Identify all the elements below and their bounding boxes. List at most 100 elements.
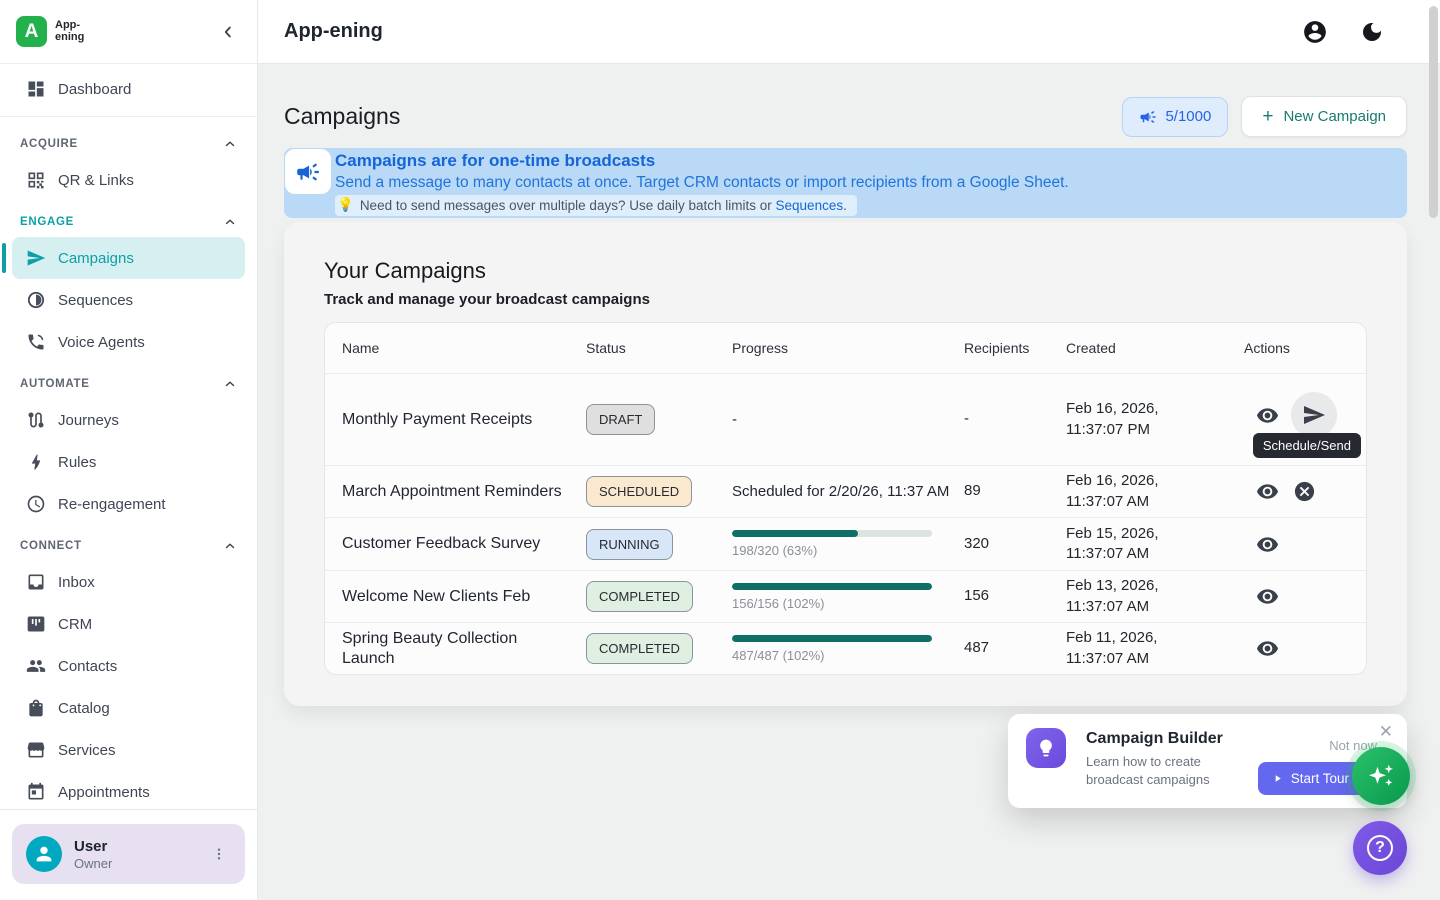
progress-cell: 156/156 (102%) <box>732 583 964 611</box>
progress-label: 198/320 (63%) <box>732 543 950 558</box>
chevron-up-icon <box>223 215 237 229</box>
status-badge: RUNNING <box>586 529 673 560</box>
view-button[interactable] <box>1254 478 1281 505</box>
ai-assistant-fab[interactable] <box>1352 747 1410 805</box>
campaign-name: Customer Feedback Survey <box>342 534 586 554</box>
created-date: Feb 15, 2026,11:37:07 AM <box>1066 524 1244 565</box>
inbox-icon <box>26 572 46 592</box>
sidebar-item-contacts[interactable]: Contacts <box>12 645 245 687</box>
new-campaign-button[interactable]: + New Campaign <box>1241 96 1407 137</box>
column-header-progress: Progress <box>732 340 964 356</box>
section-label: CONNECT <box>20 540 82 552</box>
progress-label: 156/156 (102%) <box>732 596 950 611</box>
app-title: App-ening <box>284 20 383 43</box>
topbar-actions <box>1300 17 1386 47</box>
divider <box>0 116 257 117</box>
sidebar-item-catalog[interactable]: Catalog <box>12 687 245 729</box>
sidebar-section-connect[interactable]: CONNECT <box>12 525 245 561</box>
info-banner: Campaigns are for one-time broadcasts Se… <box>284 148 1407 218</box>
sidebar-item-dashboard[interactable]: Dashboard <box>12 68 245 110</box>
sidebar-item-label: Campaigns <box>58 250 134 267</box>
recipients-value: - <box>964 409 1066 429</box>
sidebar-section-acquire[interactable]: ACQUIRE <box>12 123 245 159</box>
sidebar-item-voice-agents[interactable]: Voice Agents <box>12 321 245 363</box>
column-header-actions: Actions <box>1244 340 1366 356</box>
sidebar-item-label: Sequences <box>58 292 133 309</box>
sidebar-item-label: CRM <box>58 616 92 633</box>
section-label: ENGAGE <box>20 216 74 228</box>
main-area: App-ening Campaigns 5/100 <box>258 0 1440 900</box>
column-header-recipients: Recipients <box>964 340 1066 356</box>
moon-icon <box>1360 20 1384 44</box>
help-fab[interactable]: ? <box>1353 821 1407 875</box>
sidebar-item-services[interactable]: Services <box>12 729 245 771</box>
column-header-created: Created <box>1066 340 1244 356</box>
close-icon[interactable]: ✕ <box>1379 723 1393 740</box>
sparkles-icon <box>1364 759 1398 793</box>
user-menu-button[interactable] <box>207 842 231 866</box>
user-card[interactable]: User Owner <box>12 824 245 884</box>
schedule-send-button[interactable] <box>1291 392 1337 438</box>
status-badge: COMPLETED <box>586 633 693 664</box>
play-icon <box>1272 773 1283 784</box>
section-label: AUTOMATE <box>20 378 90 390</box>
sidebar-item-crm[interactable]: CRM <box>12 603 245 645</box>
sidebar-item-label: Re-engagement <box>58 496 166 513</box>
page-head: Campaigns 5/1000 + New Campaign <box>284 96 1407 137</box>
sidebar-item-label: Catalog <box>58 700 110 717</box>
app-logo-icon: A <box>16 16 47 47</box>
progress-text: - <box>732 410 964 430</box>
account-circle-icon <box>1302 19 1328 45</box>
campaign-quota-badge[interactable]: 5/1000 <box>1122 97 1228 137</box>
sidebar-item-label: Rules <box>58 454 96 471</box>
table-row: Monthly Payment Receipts DRAFT - - Feb 1… <box>325 373 1366 465</box>
view-button[interactable] <box>1254 531 1281 558</box>
sidebar-collapse-button[interactable] <box>215 19 241 45</box>
sidebar-item-label: Voice Agents <box>58 334 145 351</box>
lightbulb-icon <box>1026 728 1066 768</box>
view-button[interactable] <box>1254 635 1281 662</box>
sidebar-item-journeys[interactable]: Journeys <box>12 399 245 441</box>
account-button[interactable] <box>1300 17 1330 47</box>
plus-icon: + <box>1262 107 1273 126</box>
sidebar-footer: User Owner <box>0 809 257 900</box>
row-actions <box>1244 531 1366 558</box>
chevron-left-icon <box>219 23 237 41</box>
sidebar-section-automate[interactable]: AUTOMATE <box>12 363 245 399</box>
progress-bar-fill <box>732 583 932 590</box>
app-logo-text: App- ening <box>55 20 84 43</box>
sidebar-section-engage[interactable]: ENGAGE <box>12 201 245 237</box>
sidebar-item-campaigns[interactable]: Campaigns <box>12 237 245 279</box>
sidebar-item-label: Dashboard <box>58 81 131 98</box>
sidebar-item-qr-links[interactable]: QR & Links <box>12 159 245 201</box>
chevron-up-icon <box>223 539 237 553</box>
sidebar-nav: Dashboard ACQUIRE QR & Links ENGAGE Camp… <box>0 64 257 809</box>
qr-code-icon <box>26 170 46 190</box>
progress-cell: 487/487 (102%) <box>732 635 964 663</box>
view-button[interactable] <box>1254 402 1281 429</box>
sidebar-item-inbox[interactable]: Inbox <box>12 561 245 603</box>
status-badge: COMPLETED <box>586 581 693 612</box>
sidebar-item-appointments[interactable]: Appointments <box>12 771 245 809</box>
row-actions <box>1244 374 1366 438</box>
kebab-icon <box>211 846 227 862</box>
scrollbar-thumb[interactable] <box>1429 6 1438 218</box>
campaign-name: March Appointment Reminders <box>342 482 586 502</box>
dark-mode-toggle[interactable] <box>1358 18 1386 46</box>
view-button[interactable] <box>1254 583 1281 610</box>
kanban-icon <box>26 614 46 634</box>
sidebar-logo-row: A App- ening <box>0 0 257 64</box>
sidebar-item-label: Contacts <box>58 658 117 675</box>
question-mark-icon: ? <box>1367 835 1393 861</box>
sidebar-item-rules[interactable]: Rules <box>12 441 245 483</box>
chevron-up-icon <box>223 137 237 151</box>
sidebar-item-label: Services <box>58 742 116 759</box>
sidebar-item-sequences[interactable]: Sequences <box>12 279 245 321</box>
sidebar-item-label: Journeys <box>58 412 119 429</box>
eye-icon <box>1256 637 1279 660</box>
cancel-button[interactable] <box>1291 478 1318 505</box>
campaign-name: Spring Beauty Collection Launch <box>342 629 586 669</box>
row-actions <box>1244 635 1366 662</box>
sequences-link[interactable]: Sequences <box>776 198 844 213</box>
sidebar-item-re-engagement[interactable]: Re-engagement <box>12 483 245 525</box>
